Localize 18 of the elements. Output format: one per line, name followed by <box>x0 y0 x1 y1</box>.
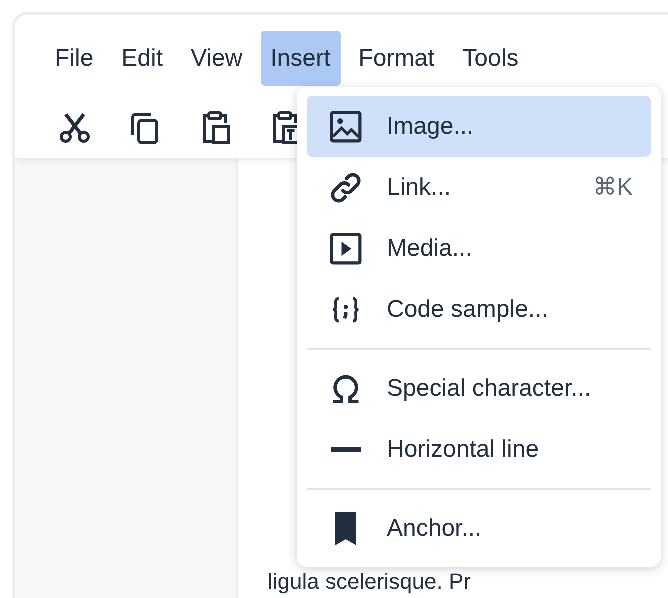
bookmark-icon <box>334 510 358 546</box>
menu-item[interactable]: Link... ⌘K <box>307 157 651 218</box>
menu-bar-item[interactable]: File <box>45 31 104 86</box>
menu-item[interactable]: Special character... <box>307 358 651 419</box>
menu-item[interactable]: Anchor... <box>307 498 651 559</box>
menu-bar-item[interactable]: View <box>181 31 253 86</box>
menu-bar-item[interactable]: Insert <box>260 31 341 86</box>
menu-item[interactable]: Horizontal line <box>307 419 651 480</box>
menu-item[interactable]: Media... <box>307 218 651 279</box>
image-icon <box>329 110 363 144</box>
menu-item[interactable]: Image... <box>307 96 651 157</box>
menu-bar-item[interactable]: Edit <box>112 31 174 86</box>
menu-bar-item[interactable]: Format <box>348 31 445 86</box>
play-icon <box>329 232 363 266</box>
link-icon <box>329 170 363 204</box>
menu-bar-item[interactable]: Tools <box>452 31 529 86</box>
menu-item[interactable]: Code sample... <box>307 279 651 340</box>
document-text: ligula scelerisque. Pr <box>268 569 471 595</box>
